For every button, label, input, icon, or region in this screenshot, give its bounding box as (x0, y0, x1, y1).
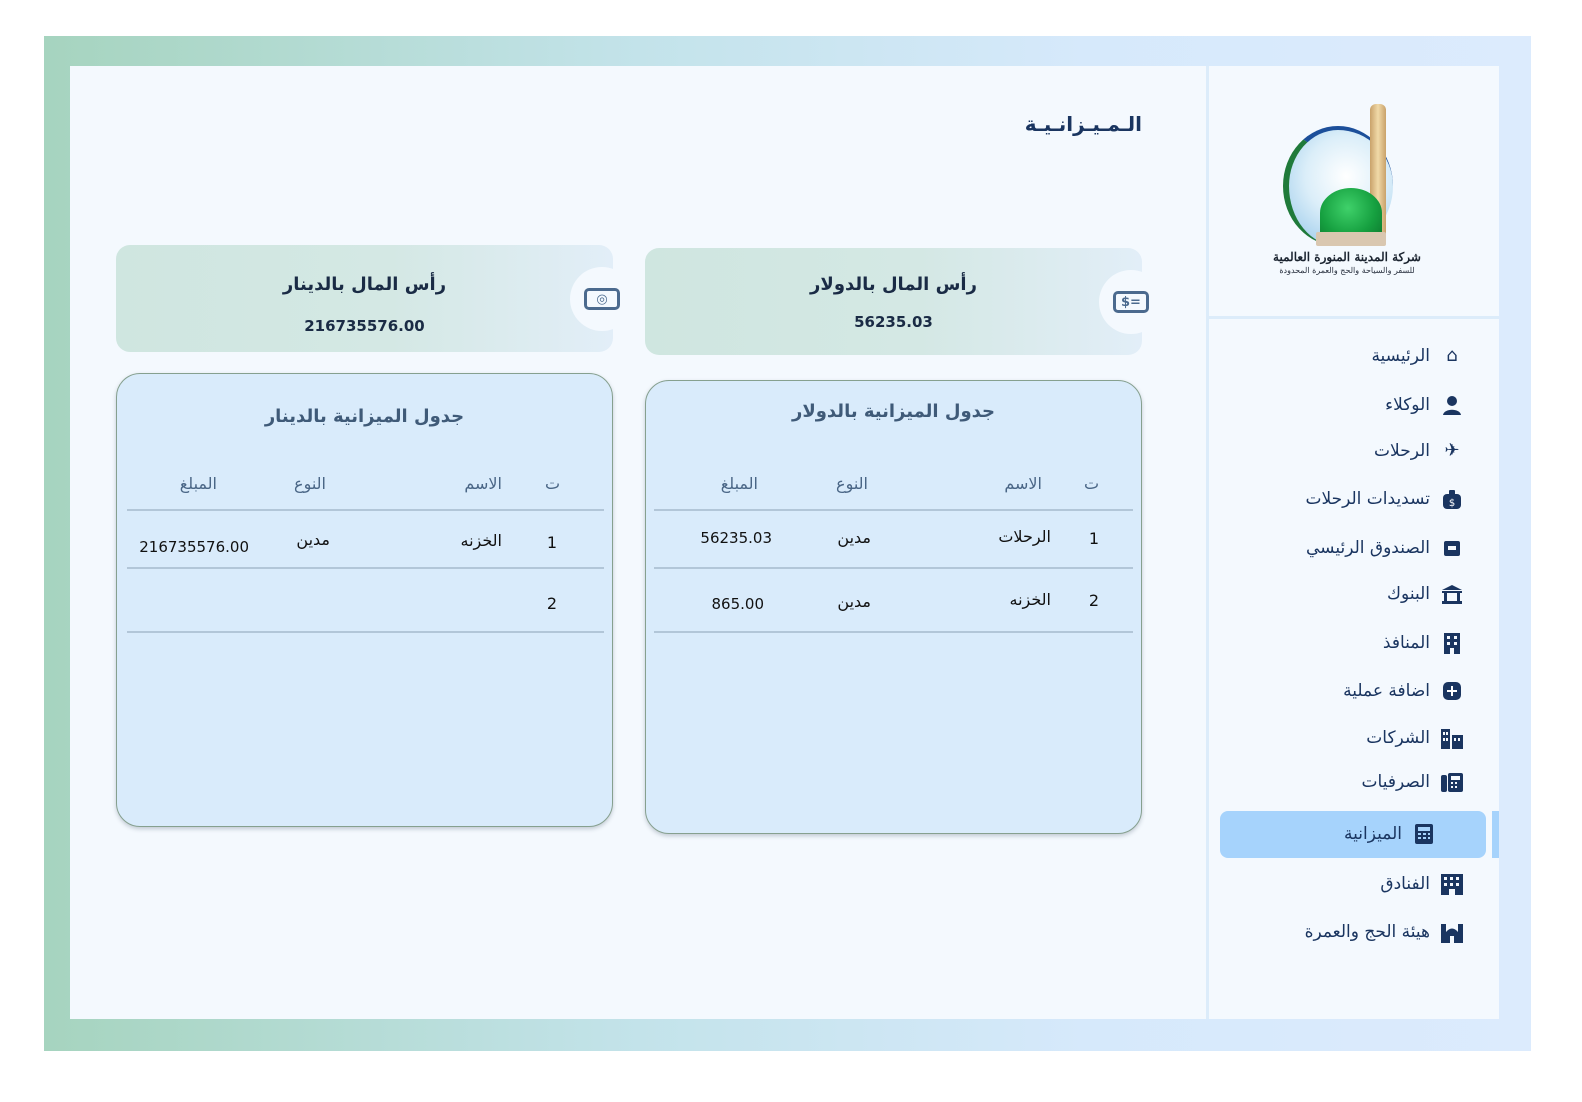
budget-table-usd: جدول الميزانية بالدولار ت الاسم النوع ال… (645, 380, 1142, 834)
capital-usd-value: 56235.03 (854, 313, 933, 331)
sidebar-item-expenses[interactable]: الصرفيات (1362, 762, 1464, 802)
mosque-icon (1440, 920, 1464, 944)
logo-green-dome (1320, 188, 1382, 238)
cell-name: الرحلات (998, 527, 1051, 546)
cell-name: الخزنه (460, 531, 502, 550)
cell-name: الخزنه (1009, 590, 1051, 609)
card-icon-wrap: ◎ (570, 267, 634, 331)
plus-icon (1440, 679, 1464, 703)
sidebar-item-label: الصرفيات (1361, 772, 1430, 792)
cell-no: 2 (1088, 591, 1099, 610)
user-icon (1440, 393, 1464, 417)
sidebar-item-label: الوكلاء (1385, 395, 1430, 415)
sidebar-item-outlets[interactable]: المنافذ (1383, 623, 1464, 663)
cell-type: مدين (837, 592, 871, 611)
capital-usd-card: رأس المال بالدولار 56235.03 (645, 248, 1142, 355)
col-header-type: النوع (294, 474, 326, 493)
budget-table-iqd: جدول الميزانية بالدينار ت الاسم النوع ال… (116, 373, 613, 827)
capital-iqd-label: رأس المال بالدينار (282, 274, 447, 295)
cell-no: 1 (546, 533, 557, 552)
nav-active-indicator (1492, 811, 1499, 858)
sidebar-item-label: المنافذ (1382, 633, 1430, 653)
col-header-no: ت (1083, 474, 1099, 493)
plane-icon: ✈ (1444, 440, 1460, 461)
svg-text:$: $ (1449, 498, 1455, 509)
building-icon (1440, 631, 1464, 655)
company-name: شركة المدينة المنورة العالمية (1273, 250, 1421, 264)
col-header-no: ت (544, 474, 560, 493)
col-header-amount: المبلغ (179, 474, 217, 493)
city-icon (1440, 726, 1464, 750)
cell-type: مدين (296, 530, 330, 549)
sidebar-item-label: الرحلات (1374, 441, 1430, 461)
home-icon: ⌂ (1446, 345, 1458, 366)
sidebar-item-main-fund[interactable]: الصندوق الرئيسي (1306, 528, 1464, 568)
sidebar-item-trips[interactable]: ✈ الرحلات (1374, 431, 1464, 471)
sidebar-item-banks[interactable]: البنوك (1387, 574, 1464, 614)
card-icon-wrap: $= (1099, 270, 1163, 334)
sidebar-item-home[interactable]: ⌂ الرئيسية (1371, 336, 1464, 376)
sidebar-item-label: البنوك (1387, 584, 1430, 604)
calculator-icon (1412, 822, 1436, 846)
row-divider (127, 631, 604, 633)
sidebar-item-label: الفنادق (1380, 874, 1430, 894)
row-divider (127, 567, 604, 569)
bank-icon (1440, 582, 1464, 606)
company-tagline: للسفر والسياحة والحج والعمرة المحدودة (1279, 266, 1415, 275)
sidebar-item-label: اضافة عملية (1343, 681, 1430, 701)
sidebar-item-label: الرئيسية (1371, 346, 1430, 366)
cell-no: 2 (546, 594, 557, 613)
page-title: الـمـيـزانـيـة (1024, 112, 1142, 136)
sidebar-item-label: تسديدات الرحلات (1305, 489, 1430, 509)
sidebar-item-label: الشركات (1366, 728, 1430, 748)
cell-type: مدين (837, 528, 871, 547)
cell-amount: 216735576.00 (139, 538, 249, 556)
table-title: جدول الميزانية بالدينار (264, 406, 465, 427)
col-header-name: الاسم (464, 474, 502, 493)
sidebar-item-agents[interactable]: الوكلاء (1385, 385, 1464, 425)
row-divider (654, 567, 1133, 569)
sidebar-item-trip-payments[interactable]: $ تسديدات الرحلات (1305, 479, 1464, 519)
row-divider (127, 509, 604, 511)
row-divider (654, 509, 1133, 511)
sidebar-item-label: الميزانية (1344, 824, 1402, 844)
cell-amount: 56235.03 (700, 529, 772, 547)
money-bag-icon: $ (1440, 487, 1464, 511)
capital-iqd-card: رأس المال بالدينار 216735576.00 (116, 245, 613, 352)
col-header-type: النوع (836, 474, 868, 493)
capital-usd-label: رأس المال بالدولار (810, 274, 977, 295)
money-icon: ◎ (584, 288, 620, 310)
capital-iqd-value: 216735576.00 (304, 317, 425, 335)
sidebar-item-hajj-authority[interactable]: هيئة الحج والعمرة (1305, 912, 1464, 952)
col-header-amount: المبلغ (720, 474, 758, 493)
hotel-icon (1440, 872, 1464, 896)
col-header-name: الاسم (1004, 474, 1042, 493)
sidebar-item-companies[interactable]: الشركات (1366, 718, 1464, 758)
sidebar-item-label: الصندوق الرئيسي (1306, 538, 1430, 558)
row-divider (654, 631, 1133, 633)
sidebar-item-budget[interactable]: الميزانية (1344, 814, 1436, 854)
sidebar-item-hotels[interactable]: الفنادق (1380, 864, 1464, 904)
fax-icon (1440, 770, 1464, 794)
sidebar-item-add-operation[interactable]: اضافة عملية (1343, 671, 1464, 711)
table-title: جدول الميزانية بالدولار (791, 401, 996, 422)
cell-no: 1 (1088, 529, 1099, 548)
dollar-bill-icon: $= (1113, 291, 1149, 313)
cell-amount: 865.00 (711, 595, 765, 613)
cash-box-icon (1440, 536, 1464, 560)
logo-base (1316, 232, 1386, 246)
sidebar-item-label: هيئة الحج والعمرة (1304, 922, 1430, 942)
